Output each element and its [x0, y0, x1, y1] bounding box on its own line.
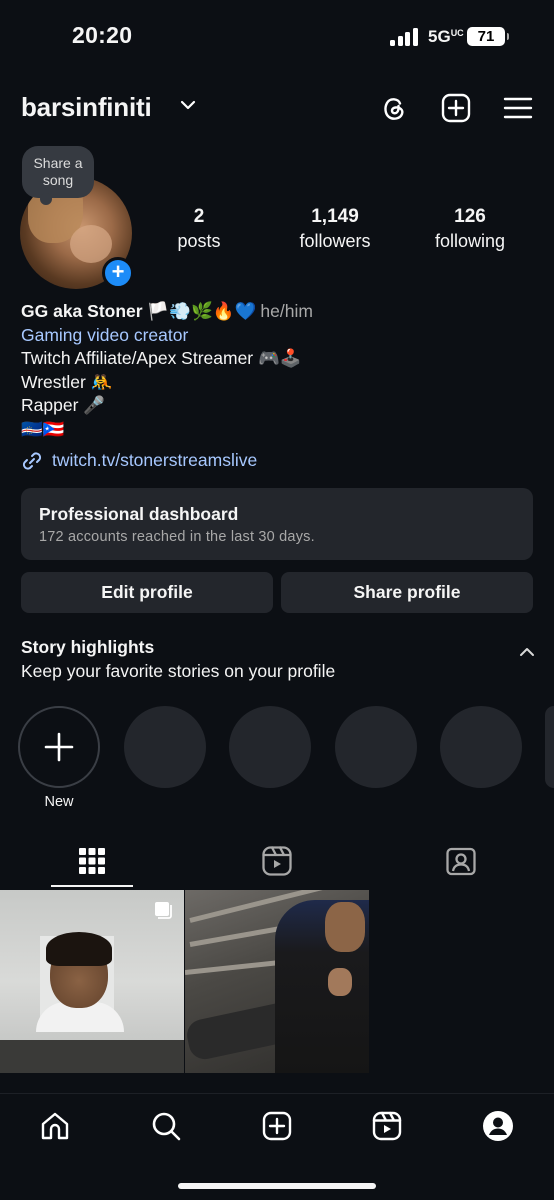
dashboard-title: Professional dashboard [39, 504, 239, 524]
posts-label: posts [177, 231, 221, 251]
battery-icon: 71 [467, 27, 509, 46]
highlight-placeholder [124, 706, 206, 788]
highlight-placeholder [229, 706, 311, 788]
threads-icon[interactable] [378, 92, 410, 124]
post-thumbnail[interactable] [0, 890, 184, 1073]
home-indicator [178, 1183, 376, 1189]
highlights-subtitle: Keep your favorite stories on your profi… [21, 661, 336, 681]
share-profile-button[interactable]: Share profile [281, 572, 533, 613]
new-highlight-button[interactable] [18, 706, 100, 788]
link-icon [22, 452, 42, 470]
bio-line: Wrestler 🤼 [21, 371, 113, 392]
network-indicator: 5GUC [428, 27, 464, 46]
profile-icon[interactable] [482, 1110, 514, 1142]
edit-profile-button[interactable]: Edit profile [21, 572, 273, 613]
pronouns: he/him [260, 301, 313, 321]
plus-icon [44, 732, 74, 762]
grid-icon[interactable] [75, 844, 109, 878]
username[interactable]: barsinfiniti [21, 92, 152, 123]
status-bar: 20:20 5GUC 71 [0, 0, 554, 75]
new-highlight-label: New [44, 794, 74, 810]
highlight-placeholder [440, 706, 522, 788]
bio-line: Rapper 🎤 [21, 395, 106, 415]
followers-label: followers [299, 231, 371, 251]
profile-header: barsinfiniti [0, 88, 554, 130]
status-time: 20:20 [72, 22, 133, 48]
create-icon[interactable] [261, 1110, 293, 1142]
highlights-title: Story highlights [21, 637, 155, 657]
post-thumbnail[interactable] [185, 890, 369, 1073]
posts-count: 2 [193, 206, 205, 227]
create-icon[interactable] [440, 92, 472, 124]
bio-line: Twitch Affiliate/Apex Streamer 🎮🕹️ [21, 348, 302, 368]
chevron-down-icon[interactable] [180, 98, 196, 112]
followers-count: 1,149 [311, 206, 359, 227]
search-icon[interactable] [150, 1110, 182, 1142]
stat-following[interactable]: 126 following [420, 206, 520, 252]
stat-posts[interactable]: 2 posts [160, 206, 238, 252]
bio-name-row: GG aka Stoner 🏳️💨🌿🔥💙 he/him [21, 300, 541, 324]
professional-dashboard[interactable]: Professional dashboard 172 accounts reac… [21, 488, 533, 560]
dashboard-subtitle: 172 accounts reached in the last 30 days… [39, 529, 315, 545]
carousel-icon [155, 902, 172, 919]
following-label: following [434, 231, 506, 251]
reels-icon[interactable] [260, 844, 294, 878]
highlight-placeholder [335, 706, 417, 788]
display-name: GG aka Stoner 🏳️💨🌿🔥💙 [21, 301, 257, 321]
reels-icon[interactable] [371, 1110, 403, 1142]
following-count: 126 [454, 206, 486, 227]
category-label: Gaming video creator [21, 324, 189, 345]
chevron-up-icon[interactable] [518, 646, 536, 658]
bio: GG aka Stoner 🏳️💨🌿🔥💙 he/him Gaming video … [21, 300, 541, 441]
bio-link-text[interactable]: twitch.tv/stonerstreamslive [52, 450, 257, 471]
active-tab-indicator [51, 885, 133, 887]
stat-followers[interactable]: 1,149 followers [285, 206, 385, 252]
share-song-bubble[interactable]: Share a song [22, 146, 94, 205]
signal-icon [390, 28, 420, 46]
bio-line: 🇨🇻🇵🇷 [21, 418, 65, 439]
add-story-button[interactable]: + [102, 257, 134, 289]
highlight-placeholder [545, 706, 554, 788]
tagged-icon[interactable] [444, 844, 478, 878]
home-icon[interactable] [39, 1110, 71, 1142]
menu-icon[interactable] [502, 92, 534, 124]
